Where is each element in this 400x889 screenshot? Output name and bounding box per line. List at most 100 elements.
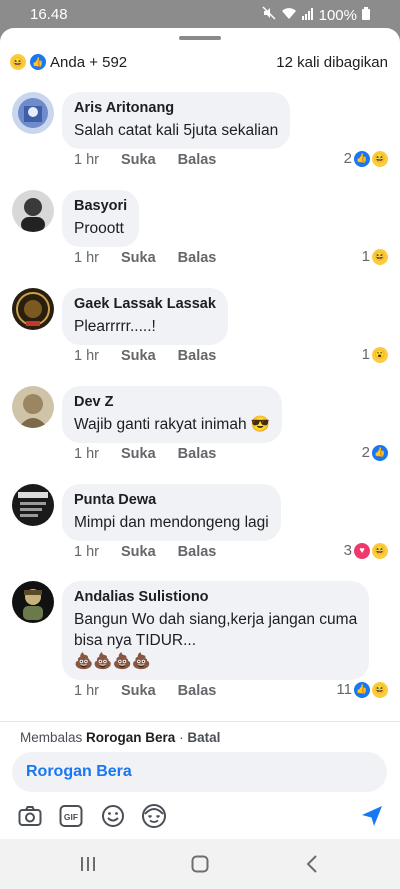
comment-time: 1 hr — [74, 348, 99, 364]
reply-button[interactable]: Balas — [178, 250, 217, 266]
status-time: 16.48 — [30, 6, 68, 23]
recent-apps-icon[interactable] — [73, 851, 103, 877]
comment-reactions[interactable]: 1 😮 — [362, 346, 388, 363]
comment-time: 1 hr — [74, 152, 99, 168]
reply-button[interactable]: Balas — [178, 683, 217, 699]
avatar-sticker-icon[interactable] — [140, 802, 168, 830]
reaction-count: 11 — [336, 681, 352, 698]
comment-reactions[interactable]: 3 ♥ 😆 — [344, 542, 388, 559]
love-reaction-icon: ♥ — [354, 542, 370, 559]
status-bar: 16.48 100% — [0, 0, 400, 30]
shares-count[interactable]: 12 kali dibagikan — [276, 54, 388, 71]
avatar[interactable] — [12, 484, 54, 526]
reply-composer: Membalas Rorogan Bera · Batal GIF — [0, 721, 400, 839]
emoji-icon[interactable] — [99, 802, 127, 830]
comment-actions: 1 hr Suka Balas — [74, 446, 216, 462]
comment-bubble[interactable]: Dev Z Wajib ganti rakyat inimah 😎 — [62, 386, 283, 443]
like-button[interactable]: Suka — [121, 348, 156, 364]
commenter-name[interactable]: Basyori — [74, 197, 127, 215]
comment-reactions[interactable]: 1 😆 — [362, 248, 388, 265]
comment-time: 1 hr — [74, 250, 99, 266]
comment-actions: 1 hr Suka Balas — [74, 152, 216, 168]
reactors-button[interactable]: 😆 👍 Anda + 592 — [10, 54, 127, 71]
commenter-name[interactable]: Punta Dewa — [74, 491, 269, 509]
comment-input-box[interactable] — [12, 752, 387, 792]
comments-sheet: 😆 👍 Anda + 592 12 kali dibagikan Aris Ar… — [0, 28, 400, 839]
reply-button[interactable]: Balas — [178, 446, 217, 462]
composer-toolbar: GIF — [16, 802, 386, 830]
avatar[interactable] — [12, 288, 54, 330]
reaction-count: 2 — [361, 444, 370, 461]
reply-button[interactable]: Balas — [178, 544, 217, 560]
haha-reaction-icon: 😆 — [372, 542, 388, 559]
svg-text:GIF: GIF — [64, 812, 78, 822]
comment-bubble[interactable]: Punta Dewa Mimpi dan mendongeng lagi — [62, 484, 281, 541]
haha-reaction-icon: 😆 — [372, 681, 388, 698]
mute-icon — [262, 6, 276, 24]
battery-level: 100% — [318, 6, 357, 24]
avatar[interactable] — [12, 92, 54, 134]
commenter-name[interactable]: Aris Aritonang — [74, 99, 278, 117]
comment-actions: 1 hr Suka Balas — [74, 544, 216, 560]
commenter-name[interactable]: Gaek Lassak Lassak — [74, 295, 216, 313]
comment-actions: 1 hr Suka Balas — [74, 683, 216, 699]
comment-text: Plearrrrr.....! — [74, 318, 156, 335]
haha-reaction-icon: 😆 — [372, 150, 388, 167]
wow-reaction-icon: 😮 — [372, 346, 388, 363]
comment-text: Mimpi dan mendongeng lagi — [74, 514, 269, 531]
like-button[interactable]: Suka — [121, 250, 156, 266]
comment-bubble[interactable]: Andalias Sulistiono Bangun Wo dah siang,… — [62, 581, 370, 680]
commenter-name[interactable]: Dev Z — [74, 393, 270, 411]
sheet-drag-handle[interactable] — [179, 36, 221, 40]
comment-actions: 1 hr Suka Balas — [74, 348, 216, 364]
comment-time: 1 hr — [74, 446, 99, 462]
reaction-count: 1 — [361, 248, 370, 265]
comment-text: Bangun Wo dah siang,kerja jangan cuma — [74, 611, 358, 628]
avatar[interactable] — [12, 386, 54, 428]
gif-icon[interactable]: GIF — [57, 802, 85, 830]
status-icons: 100% — [262, 6, 370, 24]
comment-reactions[interactable]: 11 👍 😆 — [336, 681, 388, 698]
comment-time: 1 hr — [74, 544, 99, 560]
replying-prefix: Membalas — [20, 730, 83, 745]
comment-bubble[interactable]: Basyori Prooott — [62, 190, 140, 247]
comment-text: Wajib ganti rakyat inimah 😎 — [74, 416, 271, 433]
comment-actions: 1 hr Suka Balas — [74, 250, 216, 266]
like-button[interactable]: Suka — [121, 544, 156, 560]
comment-emojis: 💩💩💩💩 — [74, 653, 152, 670]
like-button[interactable]: Suka — [121, 152, 156, 168]
camera-icon[interactable] — [16, 802, 44, 830]
reply-button[interactable]: Balas — [178, 152, 217, 168]
comment-input[interactable] — [12, 752, 387, 792]
comment-reactions[interactable]: 2 👍 😆 — [344, 150, 388, 167]
battery-icon — [362, 6, 370, 24]
comment-bubble[interactable]: Gaek Lassak Lassak Plearrrrr.....! — [62, 288, 228, 345]
like-reaction-icon: 👍 — [372, 444, 388, 461]
comment-text: Prooott — [74, 220, 124, 237]
replying-target: Rorogan Bera — [86, 730, 176, 745]
avatar[interactable] — [12, 581, 54, 623]
like-reaction-icon: 👍 — [30, 54, 46, 70]
cancel-reply-button[interactable]: Batal — [187, 730, 220, 745]
like-reaction-icon: 👍 — [354, 681, 370, 698]
reaction-count: 3 — [343, 542, 352, 559]
replying-to-label: Membalas Rorogan Bera · Batal — [20, 730, 220, 745]
system-nav-bar — [0, 839, 400, 889]
commenter-name[interactable]: Andalias Sulistiono — [74, 588, 357, 606]
home-icon[interactable] — [185, 851, 215, 877]
reaction-count: 2 — [343, 150, 352, 167]
reaction-count: 1 — [361, 346, 370, 363]
signal-icon — [301, 7, 314, 24]
reply-button[interactable]: Balas — [178, 348, 217, 364]
like-button[interactable]: Suka — [121, 683, 156, 699]
haha-reaction-icon: 😆 — [10, 54, 26, 70]
haha-reaction-icon: 😆 — [372, 248, 388, 265]
send-icon[interactable] — [358, 802, 386, 830]
like-button[interactable]: Suka — [121, 446, 156, 462]
comment-bubble[interactable]: Aris Aritonang Salah catat kali 5juta se… — [62, 92, 291, 149]
wifi-icon — [281, 7, 297, 24]
back-icon[interactable] — [297, 851, 327, 877]
avatar[interactable] — [12, 190, 54, 232]
comment-text-line-2: bisa nya TIDUR... — [74, 632, 197, 649]
comment-reactions[interactable]: 2 👍 — [362, 444, 388, 461]
